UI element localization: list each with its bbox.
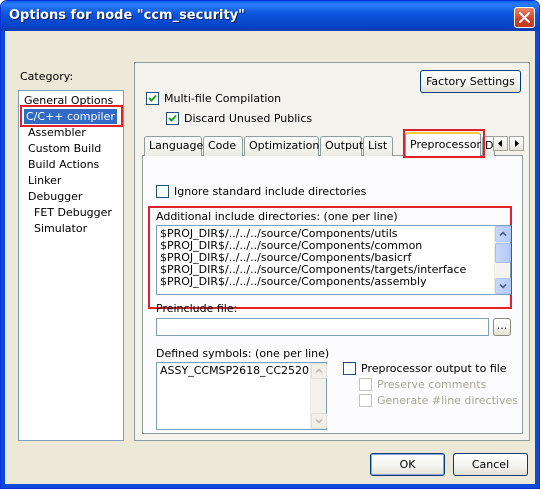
preinclude-input[interactable]	[156, 318, 489, 336]
arrow-right-icon	[515, 140, 519, 147]
category-item-label: Debugger	[28, 190, 83, 203]
tab-scroll-right-button[interactable]	[509, 136, 524, 151]
tab-scroll-left-button[interactable]	[493, 136, 508, 151]
highlight-cpp-compiler	[20, 105, 123, 127]
category-item-label: Simulator	[34, 222, 88, 235]
category-list[interactable]: General Options C/C++ compiler Assembler…	[18, 90, 124, 441]
tab-optimizations[interactable]: Optimizations	[244, 136, 325, 156]
scroll-up-button[interactable]	[495, 226, 511, 242]
category-label: Category:	[20, 70, 74, 83]
category-item-debugger[interactable]: Debugger	[26, 189, 84, 204]
pp-output-checkbox[interactable]	[343, 362, 356, 375]
window-title: Options for node "ccm_security"	[9, 8, 245, 23]
category-item-linker[interactable]: Linker	[26, 173, 63, 188]
chevron-down-icon	[315, 418, 323, 424]
scroll-thumb[interactable]	[495, 243, 511, 263]
category-item-label: Custom Build	[28, 142, 102, 155]
category-item-assembler[interactable]: Assembler	[26, 125, 88, 140]
scroll-up-button[interactable]	[311, 363, 327, 379]
generate-line-checkbox[interactable]	[359, 394, 372, 407]
discard-unused-checkbox[interactable]	[166, 112, 179, 125]
scroll-down-button[interactable]	[495, 278, 511, 294]
chevron-up-icon	[499, 231, 507, 237]
tab-output[interactable]: Output	[320, 136, 363, 156]
ignore-std-include-checkbox[interactable]	[156, 185, 169, 198]
close-icon	[519, 12, 530, 23]
window-frame-left	[1, 31, 5, 488]
preinclude-label: Preinclude file:	[156, 302, 238, 315]
chevron-up-icon	[315, 368, 323, 374]
ignore-std-include-label: Ignore standard include directories	[174, 185, 367, 198]
generate-line-label: Generate #line directives	[377, 394, 518, 407]
arrow-left-icon	[498, 140, 502, 147]
checkmark-icon	[168, 114, 177, 122]
additional-include-label: Additional include directories: (one per…	[156, 210, 398, 223]
defined-symbols-label: Defined symbols: (one per line)	[156, 347, 330, 360]
factory-settings-button[interactable]: Factory Settings	[420, 70, 521, 93]
options-dialog: Options for node "ccm_security" Category…	[0, 0, 540, 489]
cancel-button[interactable]: Cancel	[453, 453, 528, 476]
window-frame-bottom	[1, 484, 539, 488]
tab-code[interactable]: Code	[203, 136, 243, 156]
preserve-comments-checkbox[interactable]	[359, 378, 372, 391]
title-bar[interactable]: Options for node "ccm_security"	[1, 1, 539, 31]
defined-symbols-scrollbar[interactable]	[310, 363, 327, 429]
close-button[interactable]	[514, 7, 535, 28]
category-item-simulator[interactable]: Simulator	[32, 221, 89, 236]
browse-button[interactable]: ...	[493, 318, 511, 336]
include-directories-textarea[interactable]: $PROJ_DIR$/../../../source/Components/ut…	[156, 225, 511, 295]
category-item-custom-build[interactable]: Custom Build	[26, 141, 103, 156]
pp-output-label: Preprocessor output to file	[361, 362, 507, 375]
chevron-down-icon	[499, 283, 507, 289]
defined-symbols-textarea[interactable]: ASSY_CCMSP2618_CC2520	[156, 362, 327, 430]
category-item-label: FET Debugger	[34, 206, 112, 219]
discard-unused-label: Discard Unused Publics	[184, 112, 313, 125]
category-item-fet-debugger[interactable]: FET Debugger	[32, 205, 114, 220]
scroll-down-button[interactable]	[311, 413, 327, 429]
window-frame-right	[535, 31, 539, 488]
category-item-label: Assembler	[28, 126, 86, 139]
category-item-label: Linker	[28, 174, 62, 187]
checkmark-icon	[148, 94, 157, 102]
defined-symbol-line: ASSY_CCMSP2618_CC2520	[160, 364, 310, 377]
multifile-label: Multi-file Compilation	[164, 92, 282, 105]
ok-button[interactable]: OK	[370, 453, 445, 476]
multifile-checkbox[interactable]	[146, 92, 159, 105]
category-item-label: Build Actions	[28, 158, 100, 171]
tab-language[interactable]: Language	[144, 136, 203, 156]
highlight-preprocessor-tab	[403, 129, 485, 158]
category-item-build-actions[interactable]: Build Actions	[26, 157, 101, 172]
include-dirs-scrollbar[interactable]	[494, 226, 511, 294]
include-dir-line: $PROJ_DIR$/../../../source/Components/as…	[160, 275, 427, 288]
tab-list[interactable]: List	[363, 136, 393, 156]
preserve-comments-label: Preserve comments	[377, 378, 487, 391]
